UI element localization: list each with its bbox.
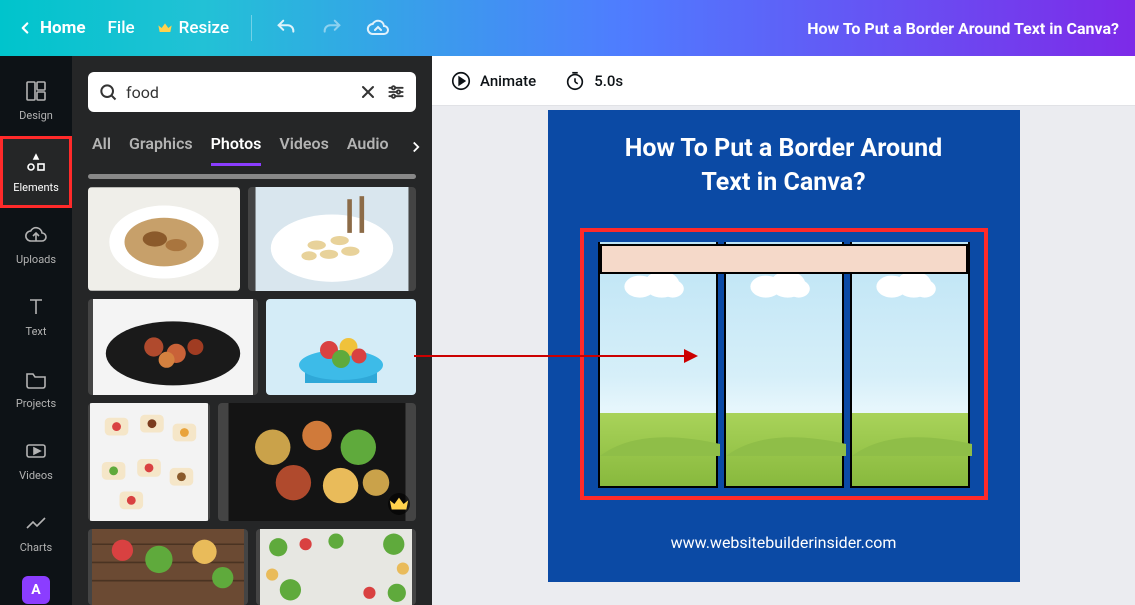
topbar-left: Home File Resize: [16, 15, 390, 41]
grid-cell[interactable]: [850, 242, 970, 488]
tab-graphics[interactable]: Graphics: [129, 128, 193, 166]
photo-thumb[interactable]: [256, 529, 416, 605]
photo-results: [72, 170, 432, 605]
rail-item-design[interactable]: Design: [0, 64, 72, 136]
rail-label: Projects: [16, 397, 56, 410]
cloud-sync-icon[interactable]: [366, 16, 390, 40]
rail-item-videos[interactable]: Videos: [0, 424, 72, 496]
rail-apps-badge[interactable]: A: [22, 576, 50, 604]
result-strip: [88, 174, 416, 179]
photo-thumb[interactable]: [88, 187, 240, 291]
grid-header-strip[interactable]: [600, 244, 968, 274]
grid-cell[interactable]: [598, 242, 718, 488]
home-button[interactable]: Home: [16, 18, 86, 38]
side-rail: Design Elements Uploads Text Projects Vi…: [0, 56, 72, 605]
grid-element[interactable]: [598, 242, 970, 488]
rail-label: Design: [19, 109, 53, 122]
title-line1: How To Put a Border Around: [625, 134, 942, 163]
topbar: Home File Resize How To Put a Border Aro…: [0, 0, 1135, 56]
tab-photos[interactable]: Photos: [211, 128, 262, 166]
design-footer-url[interactable]: www.websitebuilderinsider.com: [548, 533, 1020, 552]
chevron-left-icon: [16, 19, 34, 37]
photo-thumb[interactable]: [248, 187, 416, 291]
panel-tabs: All Graphics Photos Videos Audio: [72, 120, 432, 170]
rail-label: Elements: [13, 181, 59, 194]
document-title[interactable]: How To Put a Border Around Text in Canva…: [807, 19, 1119, 38]
search-icon: [98, 82, 118, 102]
photo-thumb[interactable]: [218, 403, 416, 521]
animate-button[interactable]: Animate: [450, 70, 536, 92]
resize-label: Resize: [179, 18, 229, 38]
resize-button[interactable]: Resize: [157, 18, 229, 38]
rail-item-text[interactable]: Text: [0, 280, 72, 352]
rail-label: Uploads: [16, 253, 56, 266]
rail-label: Videos: [19, 469, 53, 482]
rail-label: Charts: [20, 541, 52, 554]
home-label: Home: [40, 18, 86, 38]
tab-videos[interactable]: Videos: [279, 128, 328, 166]
photo-thumb[interactable]: [266, 299, 416, 395]
undo-button[interactable]: [274, 16, 298, 40]
duration-button[interactable]: 5.0s: [564, 70, 623, 92]
photo-thumb[interactable]: [88, 529, 248, 605]
grid-cell[interactable]: [724, 242, 844, 488]
topbar-divider: [251, 15, 252, 41]
tabs-scroll-right-icon[interactable]: [407, 128, 425, 166]
filter-icon[interactable]: [386, 82, 406, 102]
file-menu[interactable]: File: [108, 18, 135, 38]
crown-icon: [157, 20, 173, 36]
elements-panel: All Graphics Photos Videos Audio: [72, 56, 432, 605]
search-input[interactable]: [126, 83, 350, 102]
design-title[interactable]: How To Put a Border Around Text in Canva…: [548, 110, 1020, 200]
annotation-arrow-head: [684, 349, 698, 363]
duration-label: 5.0s: [594, 72, 623, 90]
rail-label: Text: [26, 325, 47, 338]
search-box: [88, 72, 416, 112]
rail-item-uploads[interactable]: Uploads: [0, 208, 72, 280]
redo-button[interactable]: [320, 16, 344, 40]
annotation-arrow: [414, 355, 692, 357]
clear-icon[interactable]: [358, 82, 378, 102]
tab-all[interactable]: All: [92, 128, 111, 166]
animate-label: Animate: [480, 72, 536, 90]
rail-item-projects[interactable]: Projects: [0, 352, 72, 424]
photo-thumb[interactable]: [88, 299, 258, 395]
photo-thumb[interactable]: [88, 403, 210, 521]
rail-item-elements[interactable]: Elements: [0, 136, 72, 208]
premium-crown-icon: [388, 493, 410, 515]
design-canvas[interactable]: How To Put a Border Around Text in Canva…: [548, 110, 1020, 582]
canvas-toolbar: Animate 5.0s: [432, 56, 1135, 106]
rail-item-charts[interactable]: Charts: [0, 496, 72, 568]
tab-audio[interactable]: Audio: [347, 128, 389, 166]
title-line2: Text in Canva?: [701, 168, 865, 197]
